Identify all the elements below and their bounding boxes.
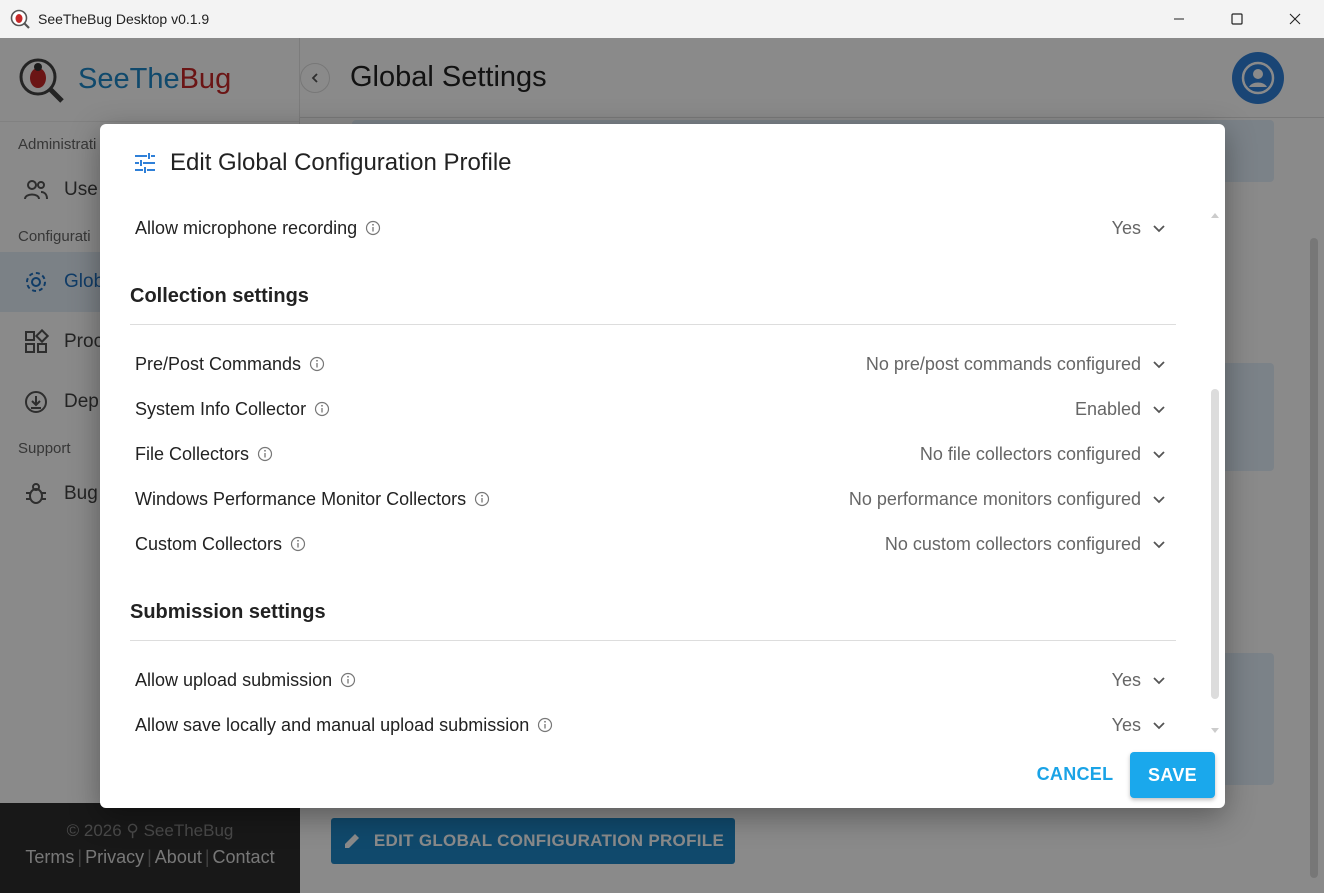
setting-value: Enabled: [1074, 398, 1141, 419]
dialog-title: Edit Global Configuration Profile: [170, 149, 512, 176]
chevron-down-icon[interactable]: [1151, 536, 1167, 552]
chevron-down-icon[interactable]: [1151, 401, 1167, 417]
info-icon[interactable]: [309, 356, 325, 372]
scroll-up-arrow[interactable]: [1211, 212, 1219, 218]
chevron-down-icon[interactable]: [1151, 220, 1167, 236]
setting-custom-collectors[interactable]: Custom Collectors No custom collectors c…: [135, 529, 1167, 559]
chevron-down-icon[interactable]: [1151, 672, 1167, 688]
setting-value: No custom collectors configured: [884, 533, 1141, 554]
setting-value: Yes: [1111, 217, 1141, 238]
section-submission-settings: Submission settings: [130, 601, 326, 623]
setting-pre-post-commands[interactable]: Pre/Post Commands No pre/post commands c…: [135, 349, 1167, 379]
save-button[interactable]: SAVE: [1130, 752, 1215, 798]
chevron-down-icon[interactable]: [1151, 491, 1167, 507]
close-icon: [1289, 13, 1301, 25]
scroll-down-arrow[interactable]: [1211, 728, 1219, 734]
app-logo-icon: [10, 9, 30, 29]
info-icon[interactable]: [290, 536, 306, 552]
chevron-down-icon[interactable]: [1151, 446, 1167, 462]
setting-label: Windows Performance Monitor Collectors: [135, 488, 467, 509]
maximize-button[interactable]: [1208, 0, 1266, 38]
setting-allow-save-locally[interactable]: Allow save locally and manual upload sub…: [135, 710, 1167, 740]
edit-profile-dialog: Edit Global Configuration Profile Allow …: [100, 124, 1225, 808]
tune-icon: [135, 153, 155, 173]
window-title: SeeTheBug Desktop v0.1.9: [38, 11, 210, 27]
chevron-down-icon[interactable]: [1151, 356, 1167, 372]
cancel-button[interactable]: CANCEL: [1030, 752, 1120, 796]
info-icon[interactable]: [257, 446, 273, 462]
minimize-icon: [1174, 18, 1184, 20]
setting-label: File Collectors: [135, 443, 250, 464]
maximize-icon: [1231, 13, 1243, 25]
info-icon[interactable]: [314, 401, 330, 417]
setting-system-info-collector[interactable]: System Info Collector Enabled: [135, 394, 1167, 424]
dialog-scrollbar-thumb[interactable]: [1211, 389, 1219, 699]
divider: [130, 640, 1176, 641]
setting-windows-performance-monitor-collectors[interactable]: Windows Performance Monitor Collectors N…: [135, 484, 1167, 514]
dialog-header: Edit Global Configuration Profile: [132, 149, 512, 177]
setting-allow-upload-submission[interactable]: Allow upload submission Yes: [135, 665, 1167, 695]
setting-label: System Info Collector: [135, 398, 307, 419]
minimize-button[interactable]: [1150, 0, 1208, 38]
title-bar: SeeTheBug Desktop v0.1.9: [0, 0, 1324, 38]
info-icon[interactable]: [340, 672, 356, 688]
setting-label: Pre/Post Commands: [135, 353, 302, 374]
setting-label: Allow save locally and manual upload sub…: [135, 714, 530, 735]
setting-label: Allow upload submission: [135, 669, 333, 690]
setting-value: Yes: [1111, 669, 1141, 690]
section-collection-settings: Collection settings: [130, 285, 309, 307]
divider: [130, 324, 1176, 325]
setting-value: No file collectors configured: [919, 443, 1141, 464]
setting-file-collectors[interactable]: File Collectors No file collectors confi…: [135, 439, 1167, 469]
info-icon[interactable]: [365, 220, 381, 236]
info-icon[interactable]: [474, 491, 490, 507]
info-icon[interactable]: [537, 717, 553, 733]
setting-value: No performance monitors configured: [848, 488, 1141, 509]
setting-value: No pre/post commands configured: [865, 353, 1141, 374]
setting-allow-microphone-recording[interactable]: Allow microphone recording Yes: [135, 213, 1167, 243]
setting-label: Allow microphone recording: [135, 217, 358, 238]
setting-value: Yes: [1111, 714, 1141, 735]
close-button[interactable]: [1266, 0, 1324, 38]
chevron-down-icon[interactable]: [1151, 717, 1167, 733]
setting-label: Custom Collectors: [135, 533, 283, 554]
